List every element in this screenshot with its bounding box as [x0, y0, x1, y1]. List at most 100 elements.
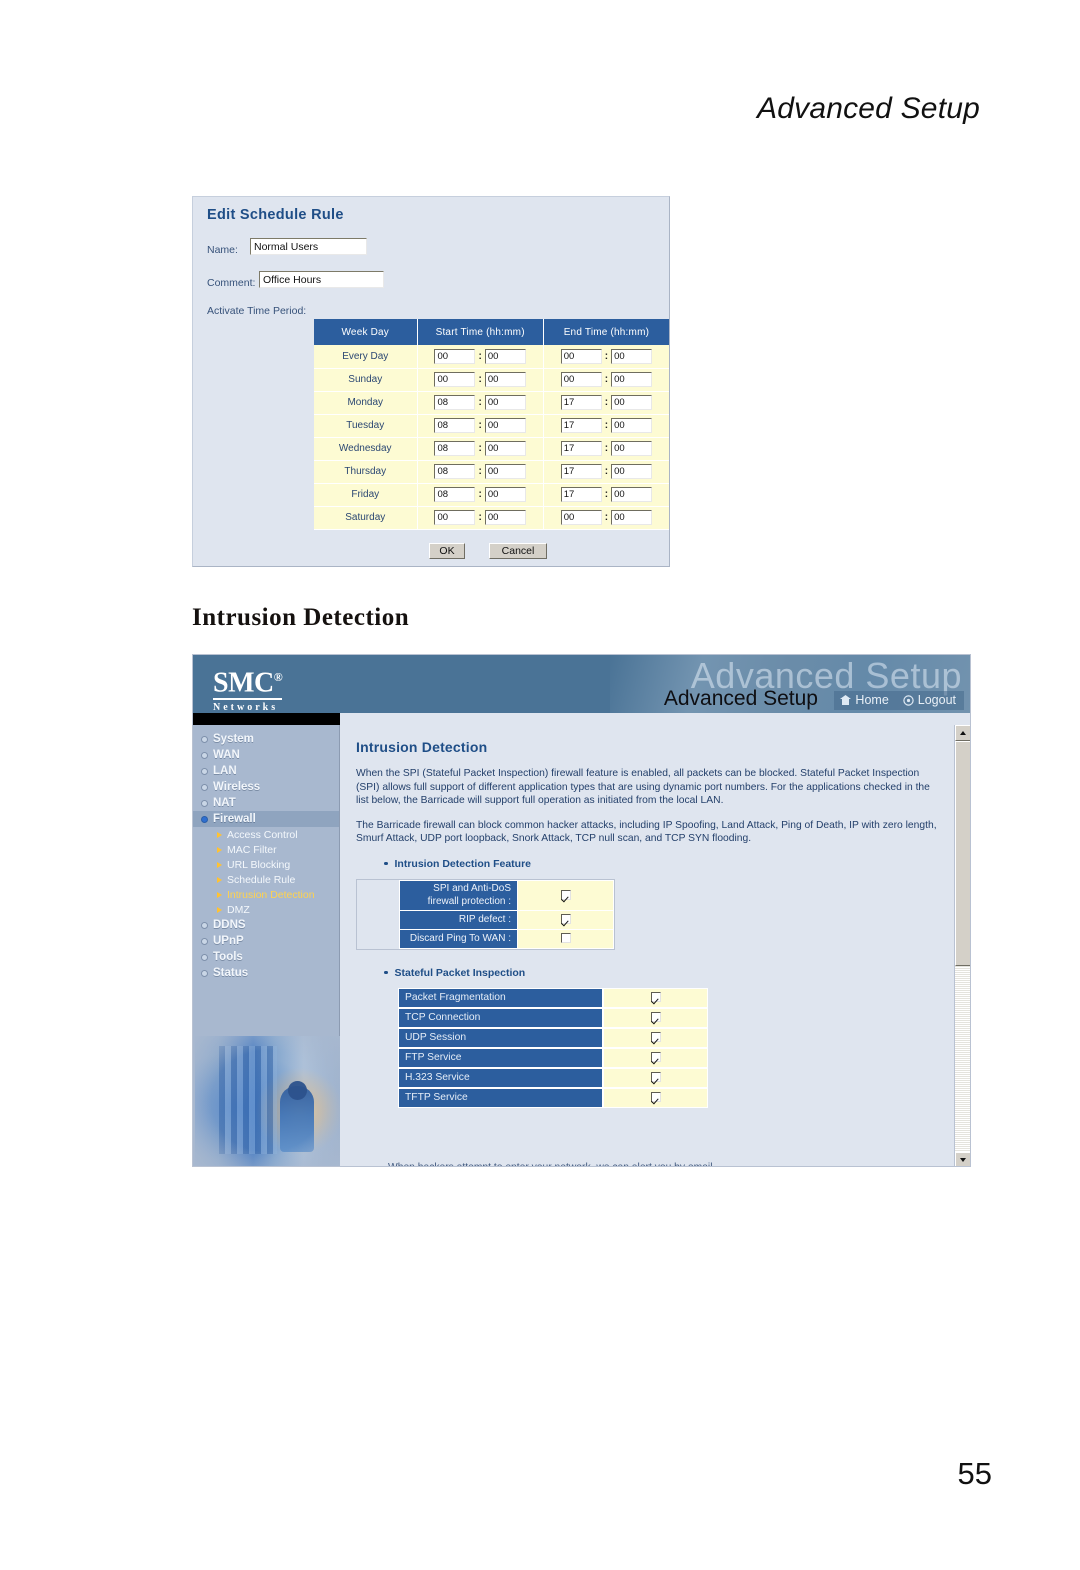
start-time-minute-input[interactable]: 00	[484, 464, 526, 479]
end-time-hour-input[interactable]: 00	[560, 348, 602, 364]
spi-checkbox-cell	[603, 1087, 708, 1108]
start-time-minute-input[interactable]: 00	[484, 395, 526, 410]
day-label: Sunday	[314, 368, 418, 392]
end-time-hour-input[interactable]: 17	[560, 487, 602, 502]
scrollbar-thumb[interactable]	[955, 741, 970, 966]
checkbox[interactable]	[560, 933, 571, 944]
triangle-right-icon	[217, 861, 222, 868]
day-label: Wednesday	[314, 437, 418, 461]
start-time-hour-input[interactable]: 08	[434, 418, 476, 433]
sidebar-subitem-dmz[interactable]: DMZ	[193, 902, 339, 917]
sidebar-subitem-url-blocking[interactable]: URL Blocking	[193, 857, 339, 872]
sidebar-subitem-schedule-rule[interactable]: Schedule Rule	[193, 872, 339, 887]
start-time-hour-input[interactable]: 08	[434, 395, 476, 410]
end-time-minute-input[interactable]: 00	[611, 487, 653, 502]
start-time-minute-input[interactable]: 00	[484, 372, 526, 387]
spi-checkbox-cell	[603, 1027, 708, 1048]
table-row: Saturday 00:00 00:00	[314, 506, 669, 530]
start-time-hour-input[interactable]: 00	[434, 510, 476, 525]
sidebar-subitem-intrusion-detection[interactable]: Intrusion Detection	[193, 887, 339, 902]
intrusion-detection-feature-label: Intrusion Detection Feature	[394, 857, 532, 870]
scroll-down-button[interactable]	[955, 1152, 970, 1166]
sidebar-subitem-label: Schedule Rule	[227, 873, 296, 886]
start-time-minute-input[interactable]: 00	[484, 510, 526, 525]
triangle-right-icon	[217, 831, 222, 838]
sidebar-item-firewall[interactable]: Firewall	[193, 811, 339, 827]
sidebar-item-upnp[interactable]: UPnP	[193, 933, 339, 949]
table-row: Friday 08:00 17:00	[314, 483, 669, 507]
dialog-buttons: OK Cancel	[429, 543, 547, 559]
vertical-scrollbar[interactable]	[954, 725, 970, 1166]
checkbox[interactable]	[560, 889, 571, 900]
start-time-hour-input[interactable]: 00	[434, 348, 476, 364]
sidebar-item-status[interactable]: Status	[193, 965, 339, 981]
checkbox[interactable]	[650, 1052, 661, 1063]
sidebar-item-label: Firewall	[213, 813, 256, 825]
checkbox[interactable]	[650, 1072, 661, 1083]
checkbox[interactable]	[650, 992, 661, 1003]
end-time-hour-input[interactable]: 00	[560, 510, 602, 525]
spi-label: TFTP Service	[398, 1087, 603, 1108]
table-row: UDP Session	[398, 1027, 708, 1048]
end-time-hour-input[interactable]: 17	[560, 395, 602, 410]
start-time-minute-input[interactable]: 00	[484, 348, 526, 364]
stateful-packet-inspection-heading: Stateful Packet Inspection	[384, 967, 938, 979]
home-link[interactable]: Home	[840, 693, 889, 707]
day-label: Monday	[314, 391, 418, 415]
end-time-minute-input[interactable]: 00	[611, 418, 653, 433]
scroll-up-button[interactable]	[955, 725, 970, 741]
sidebar-subitem-access-control[interactable]: Access Control	[193, 827, 339, 842]
sidebar-subitem-mac-filter[interactable]: MAC Filter	[193, 842, 339, 857]
bullet-icon	[201, 921, 208, 929]
end-time-hour-input[interactable]: 17	[560, 441, 602, 456]
end-time-minute-input[interactable]: 00	[611, 510, 653, 525]
end-time-minute-input[interactable]: 00	[611, 464, 653, 479]
checkbox[interactable]	[650, 1012, 661, 1023]
name-input[interactable]: Normal Users	[250, 238, 367, 255]
end-time-minute-input[interactable]: 00	[611, 441, 653, 456]
bullet-icon	[384, 861, 388, 866]
content-paragraph-2: The Barricade firewall can block common …	[356, 819, 937, 845]
time-separator: :	[604, 512, 609, 523]
logout-link[interactable]: Logout	[903, 693, 956, 707]
sidebar-item-tools[interactable]: Tools	[193, 949, 339, 965]
start-time-minute-input[interactable]: 00	[484, 441, 526, 456]
table-row: Discard Ping To WAN :	[399, 928, 614, 949]
end-time-minute-input[interactable]: 00	[611, 395, 653, 410]
start-time-hour-input[interactable]: 08	[434, 487, 476, 502]
sidebar-item-nat[interactable]: NAT	[193, 795, 339, 811]
cut-off-paragraph: When hackers attempt to enter your netwo…	[388, 1162, 948, 1166]
checkbox[interactable]	[650, 1092, 661, 1103]
comment-input[interactable]: Office Hours	[259, 271, 384, 288]
end-time-minute-input[interactable]: 00	[611, 372, 653, 387]
cancel-button[interactable]: Cancel	[489, 543, 547, 559]
sidebar-item-wan[interactable]: WAN	[193, 747, 339, 763]
sidebar-item-system[interactable]: System	[193, 731, 339, 747]
scrollbar-track[interactable]	[955, 741, 970, 1152]
end-time-cell: 17:00	[543, 391, 669, 415]
end-time-hour-input[interactable]: 00	[560, 372, 602, 387]
end-time-hour-input[interactable]: 17	[560, 418, 602, 433]
banner-title: Advanced Setup	[663, 687, 818, 710]
start-time-hour-input[interactable]: 08	[434, 441, 476, 456]
bullet-icon	[201, 799, 208, 807]
ok-button[interactable]: OK	[429, 543, 465, 559]
sidebar-item-ddns[interactable]: DDNS	[193, 917, 339, 933]
bullet-icon	[201, 751, 208, 759]
checkbox[interactable]	[650, 1032, 661, 1043]
start-time-minute-input[interactable]: 00	[484, 418, 526, 433]
ui-body: System WAN LAN Wireless NAT Firewall Access Co…	[193, 725, 970, 1166]
sidebar-item-wireless[interactable]: Wireless	[193, 779, 339, 795]
dialog-title: Edit Schedule Rule	[207, 207, 344, 223]
intrusion-detection-feature-table: SPI and Anti-DoS firewall protection : RI…	[399, 879, 614, 949]
start-time-hour-input[interactable]: 08	[434, 464, 476, 479]
start-time-hour-input[interactable]: 00	[434, 372, 476, 387]
bullet-icon	[201, 783, 208, 791]
sidebar-item-lan[interactable]: LAN	[193, 763, 339, 779]
feature-label: RIP defect :	[399, 909, 518, 930]
checkbox[interactable]	[560, 914, 571, 925]
start-time-minute-input[interactable]: 00	[484, 487, 526, 502]
server-rack-shape	[219, 1046, 277, 1154]
end-time-minute-input[interactable]: 00	[611, 348, 653, 364]
end-time-hour-input[interactable]: 17	[560, 464, 602, 479]
